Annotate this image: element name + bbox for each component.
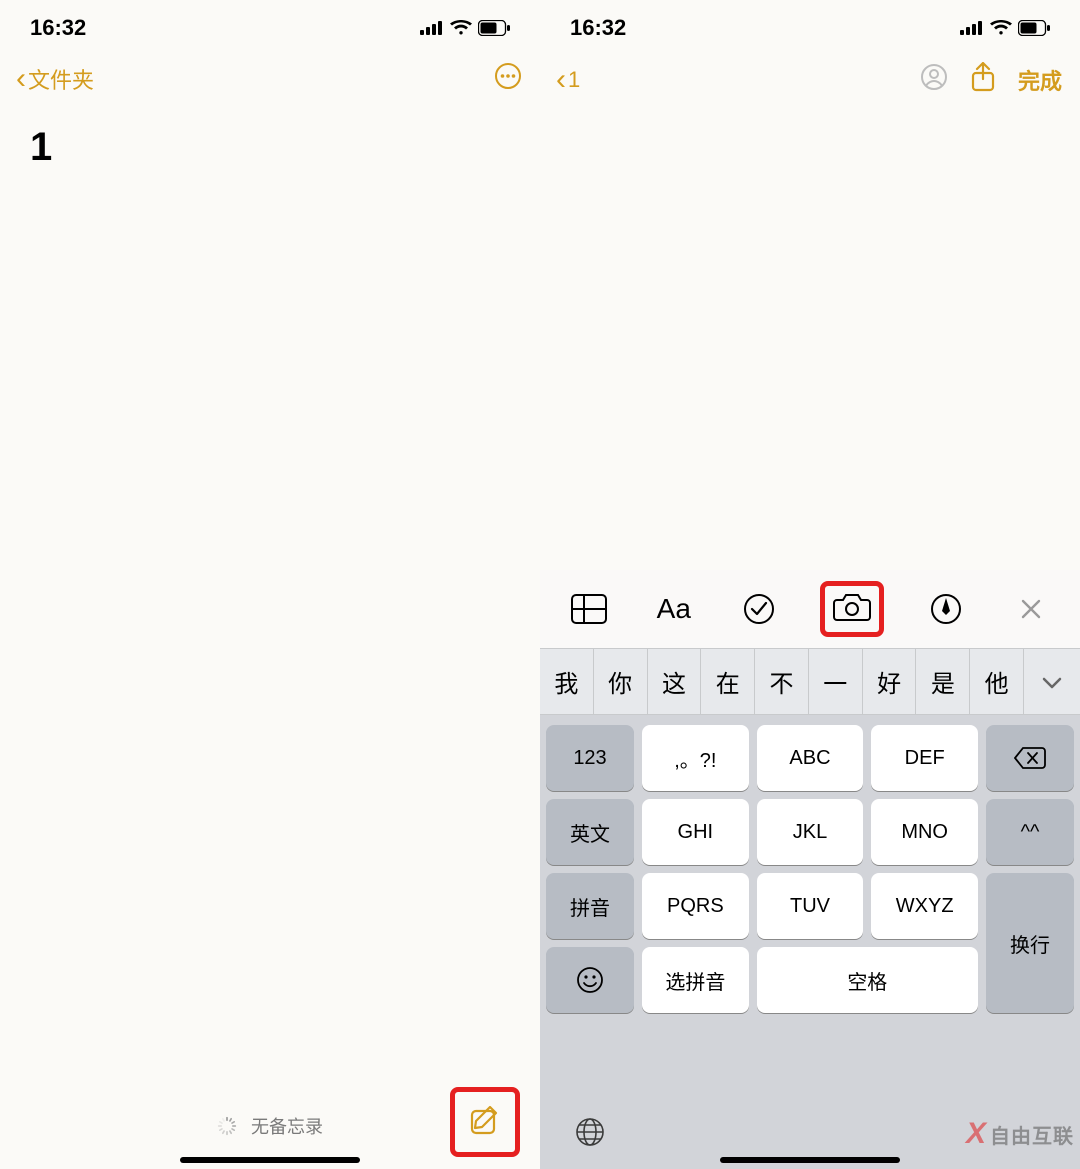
close-icon — [1019, 597, 1043, 621]
suggestion[interactable]: 一 — [809, 648, 863, 715]
chevron-left-icon: ‹ — [556, 65, 566, 95]
camera-button[interactable] — [833, 592, 871, 627]
empty-status-label: 无备忘录 — [251, 1113, 323, 1139]
compose-highlight — [450, 1087, 520, 1157]
wifi-icon — [450, 20, 472, 36]
camera-icon — [833, 592, 871, 622]
suggestion[interactable]: 我 — [540, 648, 594, 715]
back-label: 文件夹 — [28, 63, 94, 95]
key-wxyz[interactable]: WXYZ — [871, 873, 978, 939]
back-button[interactable]: ‹ 1 — [556, 65, 580, 95]
suggestion[interactable]: 他 — [970, 648, 1024, 715]
chevron-down-icon — [1042, 677, 1062, 689]
compose-button[interactable] — [468, 1103, 502, 1142]
note-content[interactable]: 1 — [0, 105, 540, 190]
key-jkl[interactable]: JKL — [757, 799, 864, 865]
globe-icon — [574, 1116, 606, 1148]
key-pqrs[interactable]: PQRS — [642, 873, 749, 939]
pen-circle-icon — [930, 593, 962, 625]
suggestion[interactable]: 好 — [863, 648, 917, 715]
key-abc[interactable]: ABC — [757, 725, 864, 791]
keypad: 123 ,。?! ABC DEF 英文 GHI JKL MNO ^^ 拼音 PQ… — [540, 715, 1080, 1023]
checklist-button[interactable] — [736, 593, 782, 625]
status-bar: 16:32 — [540, 0, 1080, 46]
nav-bar: ‹ 1 完成 — [540, 46, 1080, 107]
status-time: 16:32 — [30, 15, 86, 41]
key-emoji[interactable] — [546, 947, 634, 1013]
status-bar: 16:32 — [0, 0, 540, 46]
suggestion-expand[interactable] — [1024, 652, 1080, 712]
key-select-pinyin[interactable]: 选拼音 — [642, 947, 749, 1013]
signal-icon — [960, 21, 984, 35]
share-button[interactable] — [970, 62, 996, 97]
collaborate-button[interactable] — [920, 63, 948, 96]
text-format-button[interactable]: Aa — [651, 593, 697, 625]
key-ghi[interactable]: GHI — [642, 799, 749, 865]
close-toolbar-button[interactable] — [1008, 597, 1054, 621]
key-punct[interactable]: ,。?! — [642, 725, 749, 791]
suggestion[interactable]: 不 — [755, 648, 809, 715]
suggestion-bar: 我 你 这 在 不 一 好 是 他 — [540, 649, 1080, 715]
more-button[interactable] — [494, 62, 522, 95]
nav-bar: ‹ 文件夹 — [0, 46, 540, 105]
status-icons — [960, 20, 1050, 36]
suggestion[interactable]: 在 — [701, 648, 755, 715]
watermark: X 自由互联 — [966, 1117, 1074, 1151]
ellipsis-circle-icon — [494, 62, 522, 90]
key-tuv[interactable]: TUV — [757, 873, 864, 939]
back-label: 1 — [568, 67, 580, 93]
key-mno[interactable]: MNO — [871, 799, 978, 865]
wifi-icon — [990, 20, 1012, 36]
keyboard: 我 你 这 在 不 一 好 是 他 123 ,。?! ABC DEF 英文 GH… — [540, 648, 1080, 1169]
globe-button[interactable] — [574, 1116, 606, 1153]
key-123[interactable]: 123 — [546, 725, 634, 791]
battery-icon — [478, 20, 510, 36]
battery-icon — [1018, 20, 1050, 36]
key-return[interactable]: 换行 — [986, 873, 1074, 1013]
back-button[interactable]: ‹ 文件夹 — [16, 63, 94, 95]
suggestion[interactable]: 是 — [916, 648, 970, 715]
key-def[interactable]: DEF — [871, 725, 978, 791]
key-space[interactable]: 空格 — [757, 947, 978, 1013]
format-toolbar: Aa — [540, 570, 1080, 648]
home-indicator[interactable] — [720, 1157, 900, 1163]
emoji-icon — [576, 966, 604, 994]
chevron-left-icon: ‹ — [16, 64, 26, 94]
person-circle-icon — [920, 63, 948, 91]
loading-spinner-icon — [217, 1116, 237, 1136]
key-smile[interactable]: ^^ — [986, 799, 1074, 865]
camera-highlight — [820, 581, 884, 637]
watermark-logo-icon: X — [966, 1117, 986, 1151]
done-button[interactable]: 完成 — [1018, 64, 1062, 96]
status-time: 16:32 — [570, 15, 626, 41]
key-pinyin[interactable]: 拼音 — [546, 873, 634, 939]
watermark-text: 自由互联 — [990, 1120, 1074, 1149]
suggestion[interactable]: 你 — [594, 648, 648, 715]
signal-icon — [420, 21, 444, 35]
markup-button[interactable] — [923, 593, 969, 625]
table-button[interactable] — [566, 594, 612, 624]
table-icon — [571, 594, 607, 624]
note-title: 1 — [30, 125, 510, 170]
right-screenshot: 16:32 ‹ 1 完成 Aa — [540, 0, 1080, 1169]
left-screenshot: 16:32 ‹ 文件夹 1 无备忘录 — [0, 0, 540, 1169]
key-backspace[interactable] — [986, 725, 1074, 791]
key-english[interactable]: 英文 — [546, 799, 634, 865]
checkmark-circle-icon — [743, 593, 775, 625]
home-indicator[interactable] — [180, 1157, 360, 1163]
backspace-icon — [1014, 747, 1046, 769]
status-icons — [420, 20, 510, 36]
suggestion[interactable]: 这 — [648, 648, 702, 715]
compose-icon — [468, 1103, 502, 1137]
share-icon — [970, 62, 996, 92]
